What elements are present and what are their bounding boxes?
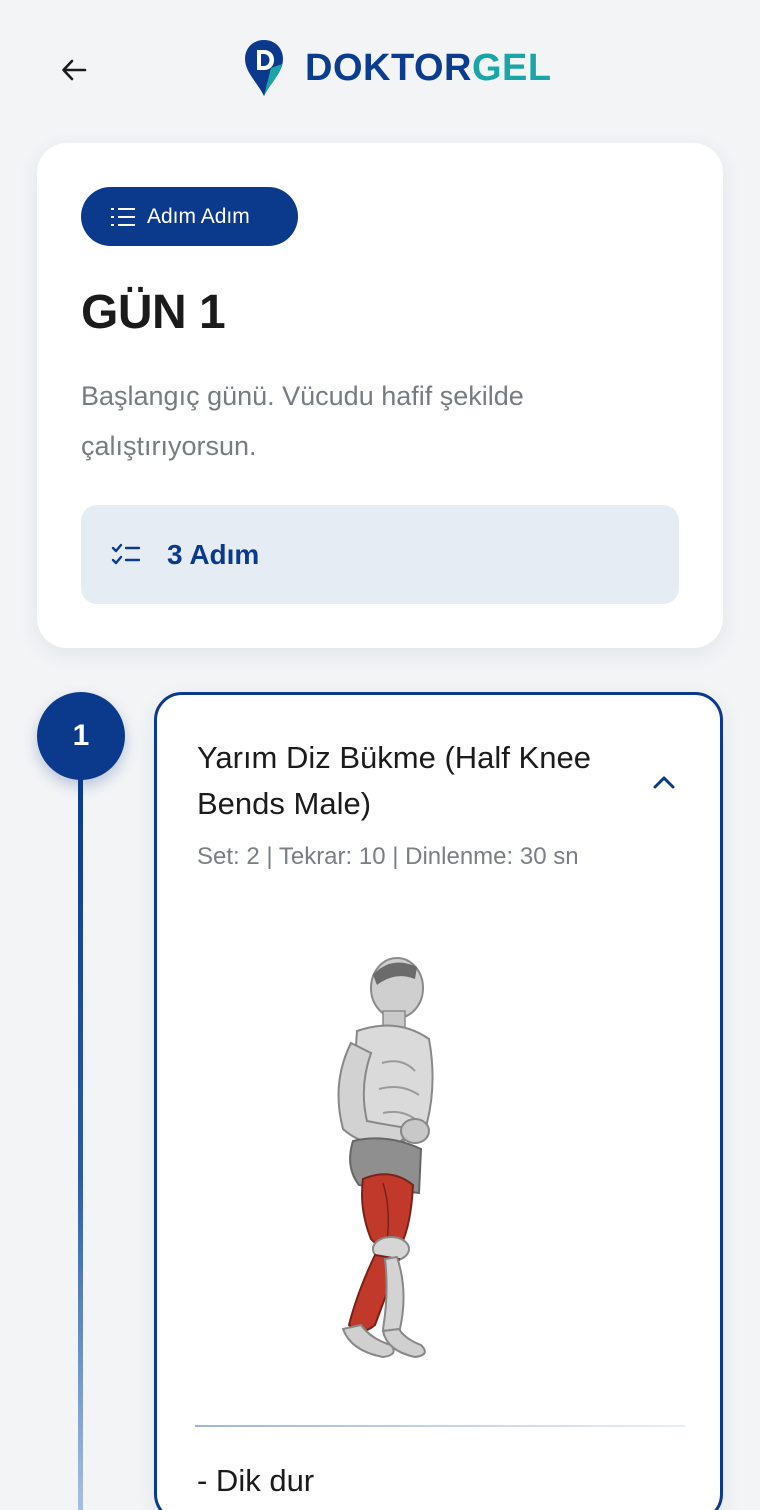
- exercise-meta: Set: 2 | Tekrar: 10 | Dinlenme: 30 sn: [197, 843, 579, 870]
- exercise-card[interactable]: Yarım Diz Bükme (Half Knee Bends Male) S…: [154, 692, 723, 1510]
- day-title: GÜN 1: [81, 286, 226, 339]
- numbered-list-icon: [111, 207, 135, 226]
- step-by-step-badge: Adım Adım: [81, 187, 298, 246]
- logo-text: DOKTORGEL: [305, 47, 552, 90]
- exercise-instruction: - Dik dur: [197, 1463, 315, 1498]
- logo-text-accent: GEL: [471, 46, 552, 89]
- timeline-line: [78, 770, 83, 1510]
- steps-count-label: 3 Adım: [167, 538, 260, 570]
- step-number-badge: 1: [37, 692, 125, 780]
- app-header: DOKTORGEL: [0, 0, 760, 140]
- collapse-button[interactable]: [647, 765, 681, 799]
- day-description: Başlangıç günü. Vücudu hafif şekilde çal…: [81, 381, 524, 461]
- card-divider: [195, 1425, 685, 1427]
- step-by-step-label: Adım Adım: [147, 204, 250, 228]
- day-summary-card: Adım Adım GÜN 1 Başlangıç günü. Vücudu h…: [37, 143, 723, 648]
- back-button[interactable]: [48, 44, 100, 96]
- doktorgel-logo: DOKTORGEL: [243, 38, 552, 98]
- logo-text-main: DOKTOR: [305, 46, 472, 89]
- exercise-illustration: [337, 957, 434, 1359]
- chevron-up-icon: [653, 776, 675, 789]
- location-pin-d-icon: [245, 40, 283, 96]
- arrow-left-icon: [62, 59, 87, 81]
- checklist-icon: [111, 543, 141, 564]
- steps-count-box: 3 Adım: [81, 505, 679, 604]
- exercise-title: Yarım Diz Bükme (Half Knee Bends Male): [197, 740, 591, 821]
